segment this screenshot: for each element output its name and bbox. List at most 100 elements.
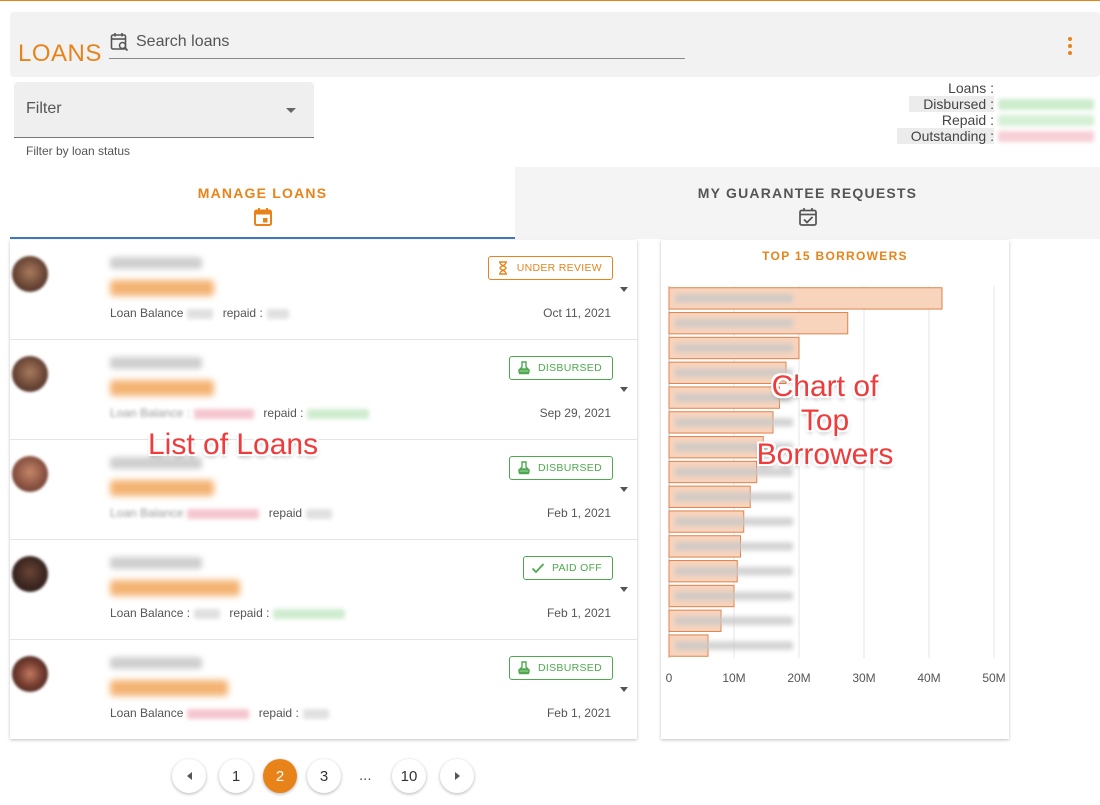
x-tick-label: 30M — [852, 671, 875, 685]
annotation-chart-of-top-borrowers: Chart of Top Borrowers — [730, 370, 920, 472]
borrower-name-redacted — [110, 557, 202, 569]
loan-balance-label: Loan Balance — [110, 306, 184, 320]
loan-item[interactable]: Loan Balance repaid : Feb 1, 2021 DISBUR… — [10, 640, 637, 740]
status-badge: DISBURSED — [509, 356, 613, 380]
summary-label: Outstanding : — [896, 128, 994, 144]
summary-value-redacted — [998, 99, 1094, 110]
bar-label-redacted — [675, 641, 793, 650]
x-tick-label: 50M — [982, 671, 1005, 685]
page-button[interactable]: 3 — [307, 759, 341, 793]
app-title: LOANS — [18, 40, 102, 67]
page-button[interactable]: 1 — [219, 759, 253, 793]
summary-label: Disbursed : — [909, 96, 994, 112]
loan-balance-redacted — [194, 608, 221, 619]
status-text: UNDER REVIEW — [516, 262, 602, 274]
tab-bar: MANAGE LOANS MY GUARANTEE REQUESTS — [10, 167, 1100, 239]
loan-item[interactable]: Loan Balance : repaid : Feb 1, 2021 PAID… — [10, 540, 637, 640]
bar-label-redacted — [675, 591, 793, 601]
expand-arrow-icon[interactable] — [620, 587, 628, 592]
loan-list: Loan Balance repaid : Oct 11, 2021 UNDER… — [10, 240, 637, 739]
loan-meta: Loan Balance : repaid : — [110, 606, 351, 620]
loan-date: Feb 1, 2021 — [546, 706, 611, 720]
stamp-icon — [518, 461, 530, 475]
repaid-value-redacted — [273, 608, 346, 619]
stamp-icon — [518, 361, 530, 375]
tab-guarantee-requests[interactable]: MY GUARANTEE REQUESTS — [515, 167, 1100, 239]
search-box[interactable] — [109, 28, 685, 59]
expand-arrow-icon[interactable] — [620, 287, 628, 292]
borrower-name-redacted — [110, 257, 202, 269]
loan-balance-redacted — [187, 708, 250, 719]
loan-amount-redacted — [110, 680, 228, 696]
dropdown-arrow-icon — [286, 108, 296, 113]
x-tick-label: 20M — [787, 671, 810, 685]
summary-label: Repaid : — [941, 112, 994, 128]
summary-row-loans: Loans : — [900, 80, 1100, 96]
repaid-label: repaid : — [222, 306, 263, 320]
repaid-label: repaid — [268, 506, 303, 520]
search-input[interactable] — [136, 30, 676, 54]
avatar — [12, 556, 48, 592]
loan-item[interactable]: Loan Balance repaid Feb 1, 2021 DISBURSE… — [10, 440, 637, 540]
expand-arrow-icon[interactable] — [620, 387, 628, 392]
annotation-line: Top — [800, 404, 850, 437]
previous-page-button[interactable] — [172, 759, 206, 793]
loan-date: Oct 11, 2021 — [543, 306, 611, 320]
repaid-label: repaid : — [229, 606, 270, 620]
status-filter-select[interactable]: Filter — [14, 82, 314, 138]
loan-meta: Loan Balance : repaid : — [110, 406, 375, 420]
status-text: DISBURSED — [538, 362, 602, 374]
bar-label-redacted — [675, 294, 793, 303]
expand-arrow-icon[interactable] — [620, 487, 628, 492]
status-badge: UNDER REVIEW — [487, 256, 613, 280]
annotation-line: Chart of — [771, 370, 879, 403]
bar-label-redacted — [675, 343, 793, 353]
avatar — [12, 456, 48, 492]
page-ellipsis: ... — [359, 767, 372, 784]
loan-item[interactable]: Loan Balance : repaid : Sep 29, 2021 DIS… — [10, 340, 637, 440]
bar-label-redacted — [675, 318, 793, 328]
calendar-icon — [253, 208, 272, 226]
top-accent-line — [0, 0, 1100, 1]
loan-balance-label: Loan Balance — [110, 506, 184, 520]
page-button-current[interactable]: 2 — [263, 759, 297, 793]
summary-value-redacted — [998, 131, 1094, 142]
repaid-value-redacted — [307, 408, 370, 419]
next-page-button[interactable] — [440, 759, 474, 793]
loan-amount-redacted — [110, 380, 214, 396]
avatar — [12, 656, 48, 692]
summary-value-redacted — [998, 115, 1094, 126]
summary-row-disbursed: Disbursed : — [900, 96, 1100, 112]
loan-meta: Loan Balance repaid — [110, 506, 338, 520]
x-tick-label: 10M — [722, 671, 745, 685]
filter-label: Filter — [26, 100, 62, 117]
loan-date: Sep 29, 2021 — [539, 406, 611, 420]
loan-balance-redacted — [187, 508, 260, 519]
annotation-list-of-loans: List of Loans — [148, 428, 319, 461]
repaid-value-redacted — [266, 308, 289, 319]
repaid-value-redacted — [306, 508, 333, 519]
status-text: DISBURSED — [538, 662, 602, 674]
loan-amount-redacted — [110, 280, 214, 296]
bar-label-redacted — [675, 517, 793, 526]
loan-item[interactable]: Loan Balance repaid : Oct 11, 2021 UNDER… — [10, 240, 637, 340]
tab-label: MY GUARANTEE REQUESTS — [697, 185, 918, 201]
repaid-value-redacted — [302, 708, 329, 719]
app-toolbar: LOANS — [10, 12, 1100, 77]
top-borrowers-chart-card: TOP 15 BORROWERS 0 10M 20M 30M 40M 50M — [661, 240, 1009, 739]
loan-date: Feb 1, 2021 — [546, 606, 611, 620]
checkmark-icon — [531, 563, 545, 574]
more-options-icon[interactable] — [1060, 34, 1080, 58]
expand-arrow-icon[interactable] — [620, 687, 628, 692]
chevron-right-icon — [454, 772, 460, 780]
tab-manage-loans[interactable]: MANAGE LOANS — [10, 167, 515, 239]
tab-label: MANAGE LOANS — [197, 185, 328, 201]
page-button[interactable]: 10 — [392, 759, 426, 793]
borrower-name-redacted — [110, 357, 202, 369]
loan-balance-redacted — [187, 308, 214, 319]
bar-label-redacted — [675, 542, 793, 551]
loan-balance-label: Loan Balance : — [110, 606, 191, 620]
x-tick-label: 0 — [666, 671, 673, 685]
bar-label-redacted — [675, 492, 793, 502]
summary-row-repaid: Repaid : — [900, 112, 1100, 128]
